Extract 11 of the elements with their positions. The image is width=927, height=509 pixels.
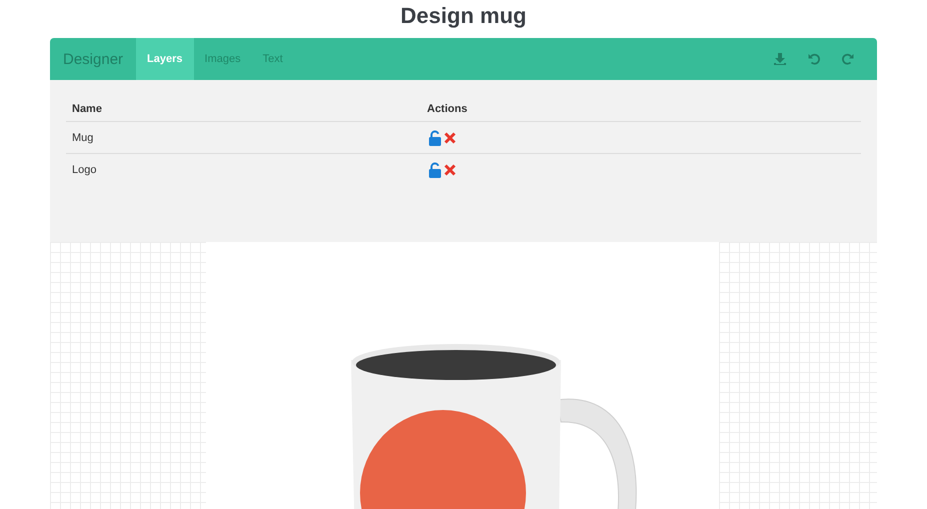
delete-icon[interactable] xyxy=(444,164,456,176)
layer-name: Mug xyxy=(66,122,421,154)
column-header: Actions xyxy=(421,96,861,122)
column-header: Name xyxy=(66,96,421,122)
open-lock-icon[interactable] xyxy=(427,130,443,146)
page-title: Design mug xyxy=(400,4,526,28)
toolbar-tab[interactable]: Layers xyxy=(136,38,194,80)
layer-name: Logo xyxy=(71,162,98,178)
delete-icon[interactable] xyxy=(444,132,456,144)
brand-label: Designer xyxy=(63,50,124,68)
open-lock-icon[interactable] xyxy=(427,162,443,178)
